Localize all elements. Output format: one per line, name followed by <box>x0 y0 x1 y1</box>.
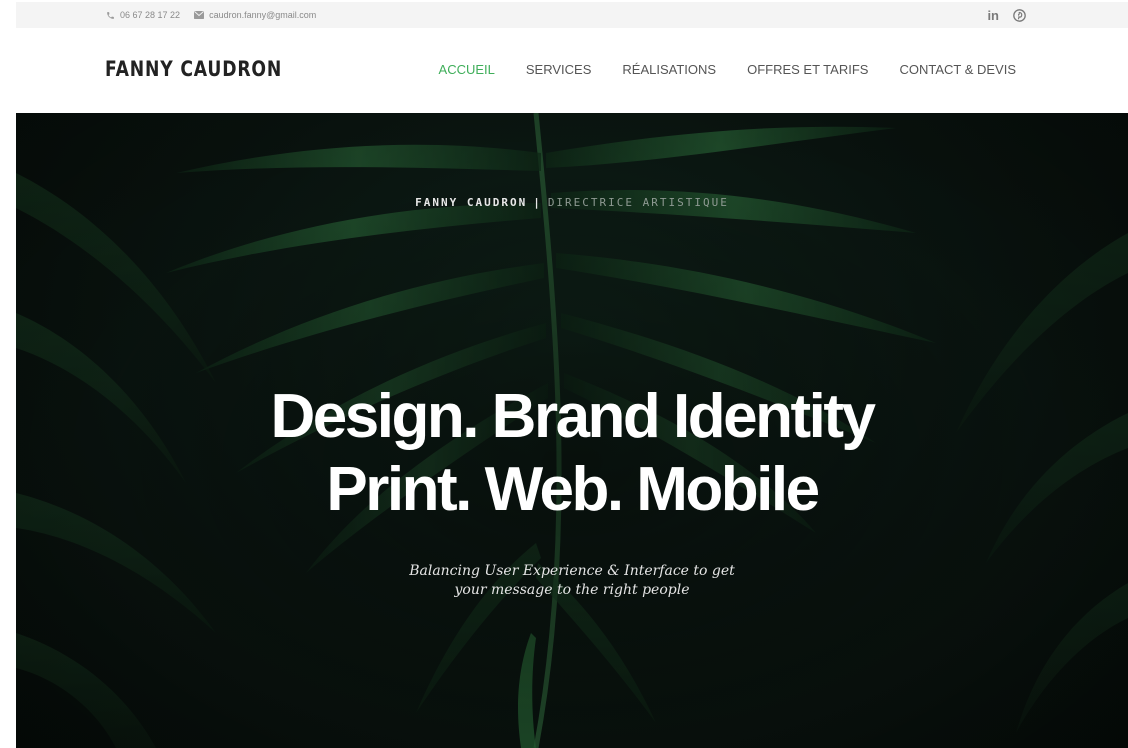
nav-offres-et-tarifs[interactable]: OFFRES ET TARIFS <box>747 62 868 77</box>
nav-contact-devis[interactable]: CONTACT & DEVIS <box>899 62 1016 77</box>
linkedin-icon[interactable]: in <box>987 8 999 23</box>
eyebrow-separator: | <box>533 196 542 209</box>
nav-realisations[interactable]: RÉALISATIONS <box>622 62 716 77</box>
envelope-icon <box>194 11 205 19</box>
social-links: in <box>987 2 1026 28</box>
phone-item[interactable]: 06 67 28 17 22 <box>106 10 180 20</box>
tagline-line-1: Balancing User Experience & Interface to… <box>409 563 735 579</box>
hero-section: FANNY CAUDRON | DIRECTRICE ARTISTIQUE Desi… <box>16 113 1128 748</box>
hero-tagline: Balancing User Experience & Interface to… <box>16 562 1128 600</box>
main-nav: ACCUEIL SERVICES RÉALISATIONS OFFRES ET … <box>439 62 1016 77</box>
pinterest-icon[interactable] <box>1013 8 1026 22</box>
email-address: caudron.fanny@gmail.com <box>209 10 317 20</box>
site-logo[interactable]: FANNY CAUDRON <box>105 57 282 81</box>
tagline-line-2: your message to the right people <box>454 581 690 598</box>
nav-services[interactable]: SERVICES <box>526 62 592 77</box>
eyebrow-role: DIRECTRICE ARTISTIQUE <box>547 196 729 209</box>
top-bar: 06 67 28 17 22 caudron.fanny@gmail.com i… <box>16 2 1128 28</box>
nav-accueil[interactable]: ACCUEIL <box>439 62 495 77</box>
contact-info: 06 67 28 17 22 caudron.fanny@gmail.com <box>106 2 316 28</box>
hero-headline: Design. Brand Identity Print. Web. Mobil… <box>16 380 1128 526</box>
headline-line-2: Print. Web. Mobile <box>326 455 820 525</box>
main-header: FANNY CAUDRON ACCUEIL SERVICES RÉALISATI… <box>16 28 1128 113</box>
email-item[interactable]: caudron.fanny@gmail.com <box>194 10 316 20</box>
phone-icon <box>106 11 115 20</box>
headline-line-1: Design. Brand Identity <box>270 382 876 451</box>
eyebrow-name: FANNY CAUDRON <box>415 196 528 209</box>
hero-eyebrow: FANNY CAUDRON | DIRECTRICE ARTISTIQUE <box>16 196 1128 209</box>
phone-number: 06 67 28 17 22 <box>120 10 181 20</box>
